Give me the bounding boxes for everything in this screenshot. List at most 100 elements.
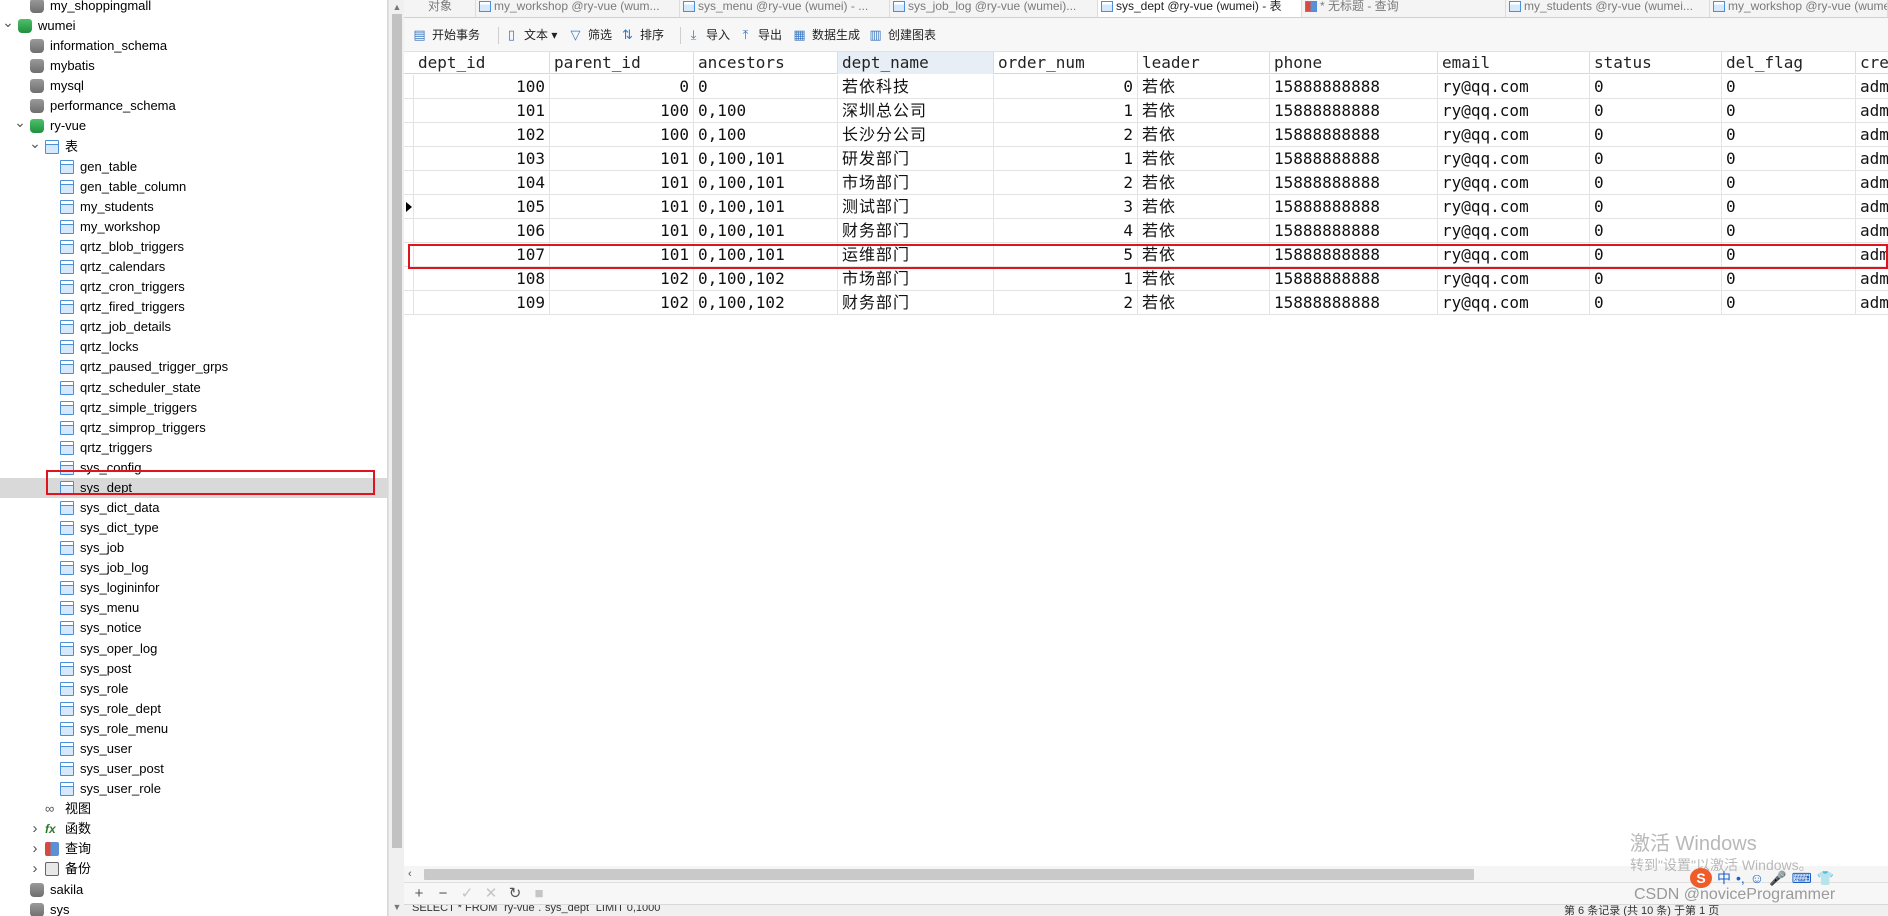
ime-item-icon[interactable]: 🎤 [1769,868,1786,888]
tree-item-my_workshop[interactable]: my_workshop [0,217,387,237]
cell-del_flag[interactable]: 0 [1722,291,1856,315]
tab-7[interactable]: my_workshop @ry-vue (wume... [1710,0,1888,17]
cell-cre[interactable]: adm [1856,291,1888,315]
cell-ancestors[interactable]: 0,100 [694,99,838,123]
cell-parent_id[interactable]: 100 [550,99,694,123]
cell-del_flag[interactable]: 0 [1722,123,1856,147]
chevron-right-icon[interactable]: › [29,839,41,859]
cell-phone[interactable]: 15888888888 [1270,123,1438,147]
cell-leader[interactable]: 若依 [1138,219,1270,243]
table-row[interactable]: 101 100 0,100 深圳总公司 1 若依 15888888888 ry@qq.com 0… [404,99,1888,123]
tree-item-wumei[interactable]: ⌄ wumei [0,15,387,36]
cell-status[interactable]: 0 [1590,99,1722,123]
cell-parent_id[interactable]: 100 [550,123,694,147]
row-marker[interactable] [404,75,414,99]
cell-del_flag[interactable]: 0 [1722,75,1856,99]
row-marker[interactable] [404,171,414,195]
tree-item-sys_dict_type[interactable]: sys_dict_type [0,518,387,538]
cell-dept_name[interactable]: 测试部门 [838,195,994,219]
cell-ancestors[interactable]: 0 [694,75,838,99]
tree-item-sys_job_log[interactable]: sys_job_log [0,558,387,578]
table-row[interactable]: 108 102 0,100,102 市场部门 1 若依 15888888888 ry@qq.c… [404,267,1888,291]
cell-dept_name[interactable]: 市场部门 [838,171,994,195]
tree-item-qrtz_job_details[interactable]: qrtz_job_details [0,317,387,337]
ime-item-icon[interactable]: ☺ [1750,868,1764,888]
row-marker[interactable] [404,147,414,171]
cell-dept_name[interactable]: 长沙分公司 [838,123,994,147]
cell-dept_id[interactable]: 102 [414,123,550,147]
ime-item-icon[interactable]: 中 [1717,868,1731,888]
cell-order_num[interactable]: 0 [994,75,1138,99]
cell-status[interactable]: 0 [1590,75,1722,99]
tree-item-view-group[interactable]: ∞ 视图 [0,799,387,819]
cell-dept_name[interactable]: 财务部门 [838,291,994,315]
tab-6[interactable]: my_students @ry-vue (wumei... [1506,0,1710,17]
cell-order_num[interactable]: 2 [994,171,1138,195]
cell-ancestors[interactable]: 0,100,101 [694,147,838,171]
chevron-down-icon[interactable]: ⌄ [29,136,41,157]
export-button[interactable]: ⤒ 导出 [738,25,782,45]
cell-dept_id[interactable]: 100 [414,75,550,99]
tree-item-qrtz_calendars[interactable]: qrtz_calendars [0,257,387,277]
sort-button[interactable]: ⇅ 排序 [620,25,664,45]
cell-dept_id[interactable]: 101 [414,99,550,123]
cell-del_flag[interactable]: 0 [1722,267,1856,291]
cell-order_num[interactable]: 1 [994,267,1138,291]
cell-leader[interactable]: 若依 [1138,291,1270,315]
column-header-ancestors[interactable]: ancestors [694,52,838,74]
cell-leader[interactable]: 若依 [1138,171,1270,195]
column-header-del_flag[interactable]: del_flag [1722,52,1856,74]
create-chart-button[interactable]: ▥ 创建图表 [868,25,936,45]
cell-leader[interactable]: 若依 [1138,123,1270,147]
tree-item-mybatis[interactable]: mybatis [0,56,387,76]
table-row[interactable]: 109 102 0,100,102 财务部门 2 若依 15888888888 ry@qq.c… [404,291,1888,315]
tree-item-query-group[interactable]: › 查询 [0,839,387,859]
cell-order_num[interactable]: 4 [994,219,1138,243]
cell-dept_id[interactable]: 104 [414,171,550,195]
tab-5[interactable]: * 无标题 - 查询 [1302,0,1506,17]
tree-item-qrtz_simple_triggers[interactable]: qrtz_simple_triggers [0,398,387,418]
chevron-right-icon[interactable]: › [29,819,41,839]
delete-record-button[interactable]: − [434,885,452,903]
tab-1[interactable]: my_workshop @ry-vue (wum... [476,0,680,17]
cell-status[interactable]: 0 [1590,147,1722,171]
tree-item-qrtz_cron_triggers[interactable]: qrtz_cron_triggers [0,277,387,297]
tree-item-performance_schema[interactable]: performance_schema [0,96,387,116]
cell-phone[interactable]: 15888888888 [1270,195,1438,219]
cell-phone[interactable]: 15888888888 [1270,267,1438,291]
filter-button[interactable]: ▽ 筛选 [568,25,613,45]
cell-parent_id[interactable]: 0 [550,75,694,99]
cell-order_num[interactable]: 3 [994,195,1138,219]
cell-dept_id[interactable]: 108 [414,267,550,291]
cell-phone[interactable]: 15888888888 [1270,291,1438,315]
cell-del_flag[interactable]: 0 [1722,219,1856,243]
refresh-button[interactable]: ↻ [506,885,524,903]
tree-item-qrtz_blob_triggers[interactable]: qrtz_blob_triggers [0,237,387,257]
tree-item-information_schema[interactable]: information_schema [0,36,387,56]
cell-cre[interactable]: adm [1856,195,1888,219]
table-row[interactable]: 100 0 0 若依科技 0 若依 15888888888 ry@qq.com 0 0 adm [404,75,1888,99]
ime-item-icon[interactable]: •, [1736,868,1745,888]
tree-item-sys_user_role[interactable]: sys_user_role [0,779,387,799]
cell-cre[interactable]: adm [1856,75,1888,99]
cell-phone[interactable]: 15888888888 [1270,147,1438,171]
tree-item-mysql[interactable]: mysql [0,76,387,96]
add-record-button[interactable]: + [410,885,428,903]
cell-leader[interactable]: 若依 [1138,147,1270,171]
tree-item-qrtz_scheduler_state[interactable]: qrtz_scheduler_state [0,378,387,398]
tree-item-qrtz_paused_trigger_grps[interactable]: qrtz_paused_trigger_grps [0,357,387,377]
column-header-cre[interactable]: cre [1856,52,1888,74]
text-button[interactable]: ▯ 文本 ▾ [504,25,557,45]
column-header-dept_id[interactable]: dept_id [414,52,550,74]
cell-order_num[interactable]: 2 [994,291,1138,315]
tree-item-sys[interactable]: sys [0,900,387,916]
cell-email[interactable]: ry@qq.com [1438,195,1590,219]
tree-item-func-group[interactable]: › fx 函数 [0,819,387,839]
table-row[interactable]: 102 100 0,100 长沙分公司 2 若依 15888888888 ry@qq.com 0… [404,123,1888,147]
cell-cre[interactable]: adm [1856,171,1888,195]
cell-email[interactable]: ry@qq.com [1438,99,1590,123]
column-header-order_num[interactable]: order_num [994,52,1138,74]
ime-item-icon[interactable]: ⌨ [1792,868,1812,888]
cell-cre[interactable]: adm [1856,123,1888,147]
cell-order_num[interactable]: 1 [994,99,1138,123]
